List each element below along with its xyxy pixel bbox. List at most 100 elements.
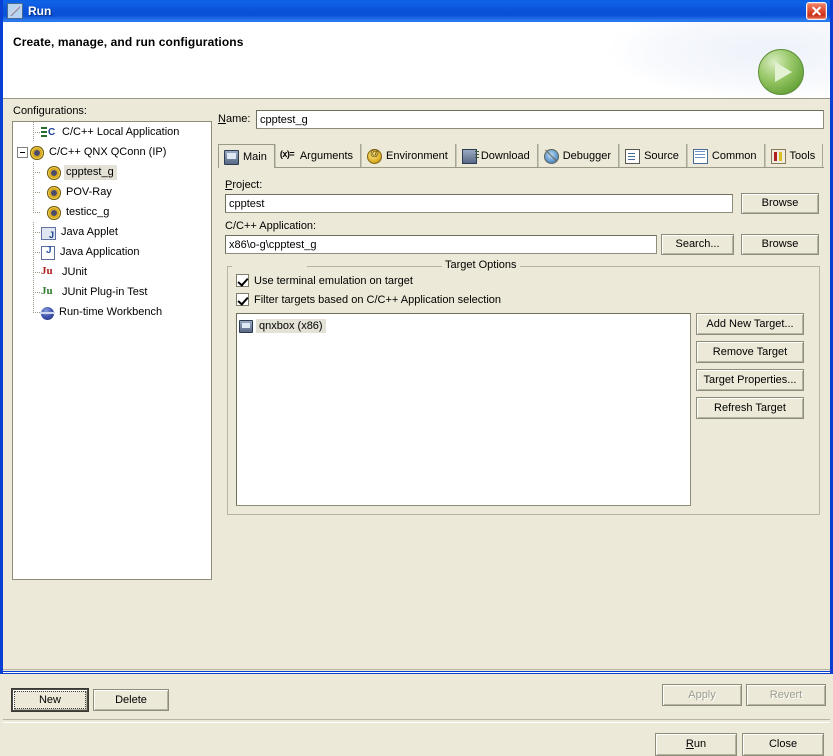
targets-list[interactable]: qnxbox (x86)	[236, 313, 691, 506]
tree-item-java-applet[interactable]: Java Applet	[13, 222, 211, 242]
run-configurations-dialog: Run Create, manage, and run configuratio…	[0, 0, 833, 674]
application-label: C/C++ Application:	[225, 220, 316, 232]
target-options-legend: Target Options	[442, 259, 520, 271]
source-file-icon	[625, 149, 640, 164]
tab-label: Environment	[386, 150, 448, 162]
tree-item-label: Java Applet	[59, 225, 121, 240]
new-button[interactable]: New	[12, 689, 88, 711]
divider-above-apply	[3, 669, 830, 673]
tab-label: Main	[243, 151, 267, 163]
java-applet-icon	[41, 227, 56, 240]
divider-above-run	[3, 719, 830, 723]
add-new-target-button[interactable]: Add New Target...	[696, 313, 804, 335]
project-browse-button[interactable]: Browse	[741, 193, 819, 214]
application-browse-button[interactable]: Browse	[741, 234, 819, 255]
project-input[interactable]: cpptest	[225, 194, 733, 213]
use-terminal-emulation-row[interactable]: Use terminal emulation on target	[236, 274, 413, 287]
tree-item-label: Java Application	[58, 245, 143, 260]
tree-item-testicc-g[interactable]: testicc_g	[13, 202, 211, 222]
junit-plugin-icon	[41, 284, 57, 300]
tree-item-cpp-local-application[interactable]: C C/C++ Local Application	[13, 122, 211, 142]
revert-button[interactable]: Revert	[746, 684, 826, 706]
environment-icon	[367, 149, 382, 164]
filter-targets-label: Filter targets based on C/C++ Applicatio…	[254, 294, 501, 306]
configuration-editor: Name: cpptest_g Main Arguments Environme…	[218, 99, 826, 671]
main-tab-panel: Project: cpptest Browse C/C++ Applicatio…	[218, 167, 824, 667]
tree-item-runtime-workbench[interactable]: Run-time Workbench	[13, 302, 211, 322]
tree-item-pov-ray[interactable]: POV-Ray	[13, 182, 211, 202]
tree-item-label: JUnit	[60, 265, 90, 280]
qnx-qconn-icon	[47, 206, 61, 220]
title-bar: Run	[3, 0, 830, 22]
tab-environment[interactable]: Environment	[361, 144, 456, 167]
run-config-icon	[7, 3, 23, 19]
run-button-label: un	[694, 739, 706, 750]
application-search-button[interactable]: Search...	[661, 234, 734, 255]
target-properties-button[interactable]: Target Properties...	[696, 369, 804, 391]
tree-item-label: POV-Ray	[64, 185, 115, 200]
tab-bar: Main Arguments Environment Download Debu…	[218, 143, 824, 168]
tree-connector	[28, 222, 41, 242]
tab-common[interactable]: Common	[687, 144, 765, 167]
download-icon	[462, 149, 477, 164]
tree-item-junit-plugin-test[interactable]: JUnit Plug-in Test	[13, 282, 211, 302]
remove-target-button[interactable]: Remove Target	[696, 341, 804, 363]
runtime-workbench-icon	[41, 307, 54, 320]
tree-item-label: testicc_g	[64, 205, 112, 220]
debugger-bug-icon	[544, 149, 559, 164]
tree-connector	[28, 262, 41, 282]
tree-connector	[28, 242, 41, 262]
tree-expander-collapse-icon[interactable]	[17, 147, 28, 158]
name-input[interactable]: cpptest_g	[256, 110, 824, 129]
junit-icon	[41, 264, 57, 280]
tab-tools[interactable]: Tools	[765, 144, 824, 167]
use-terminal-emulation-checkbox[interactable]	[236, 274, 249, 287]
variable-icon	[281, 148, 296, 163]
configurations-tree[interactable]: C C/C++ Local Application C/C++ QNX QCon…	[12, 121, 212, 580]
tab-source[interactable]: Source	[619, 144, 687, 167]
close-icon[interactable]	[806, 2, 827, 20]
configurations-label: Configurations:	[13, 105, 87, 117]
use-terminal-emulation-label: Use terminal emulation on target	[254, 275, 413, 287]
page-title: Create, manage, and run configurations	[13, 35, 244, 49]
tab-label: Source	[644, 150, 679, 162]
target-label: qnxbox (x86)	[256, 319, 326, 333]
delete-button[interactable]: Delete	[93, 689, 169, 711]
apply-button[interactable]: Apply	[662, 684, 742, 706]
tab-debugger[interactable]: Debugger	[538, 144, 619, 167]
list-item[interactable]: qnxbox (x86)	[239, 317, 330, 334]
name-row: Name: cpptest_g	[218, 109, 824, 129]
tab-arguments[interactable]: Arguments	[275, 144, 361, 167]
tree-connector	[28, 182, 41, 202]
tab-label: Arguments	[300, 150, 353, 162]
cpp-local-app-icon: C	[41, 124, 57, 140]
java-application-icon	[41, 246, 55, 260]
monitor-icon	[239, 320, 253, 333]
tree-item-label: cpptest_g	[64, 165, 117, 180]
filter-targets-row[interactable]: Filter targets based on C/C++ Applicatio…	[236, 293, 501, 306]
dialog-body: Configurations: C C/C++ Local Applicatio…	[3, 99, 830, 671]
name-label: Name:	[218, 113, 256, 125]
tree-item-label: JUnit Plug-in Test	[60, 285, 150, 300]
tools-icon	[771, 149, 786, 164]
qnx-qconn-icon	[30, 146, 44, 160]
run-button-mnemonic: R	[686, 739, 694, 750]
qnx-qconn-icon	[47, 186, 61, 200]
tab-label: Common	[712, 150, 757, 162]
tree-item-cpp-qnx-qconn[interactable]: C/C++ QNX QConn (IP)	[13, 142, 211, 162]
tab-label: Download	[481, 150, 530, 162]
tree-item-label: C/C++ QNX QConn (IP)	[47, 145, 169, 160]
close-button[interactable]: Close	[742, 733, 824, 756]
tree-item-junit[interactable]: JUnit	[13, 262, 211, 282]
application-input[interactable]: x86\o-g\cpptest_g	[225, 235, 657, 254]
refresh-target-button[interactable]: Refresh Target	[696, 397, 804, 419]
tree-item-cpptest-g[interactable]: cpptest_g	[13, 162, 211, 182]
project-browse-label: Browse	[762, 198, 799, 209]
tab-label: Tools	[790, 150, 816, 162]
run-button[interactable]: Run	[655, 733, 737, 756]
filter-targets-checkbox[interactable]	[236, 293, 249, 306]
tab-main[interactable]: Main	[218, 144, 275, 168]
tab-download[interactable]: Download	[456, 144, 538, 167]
tree-item-java-application[interactable]: Java Application	[13, 242, 211, 262]
dialog-header: Create, manage, and run configurations	[3, 22, 830, 99]
